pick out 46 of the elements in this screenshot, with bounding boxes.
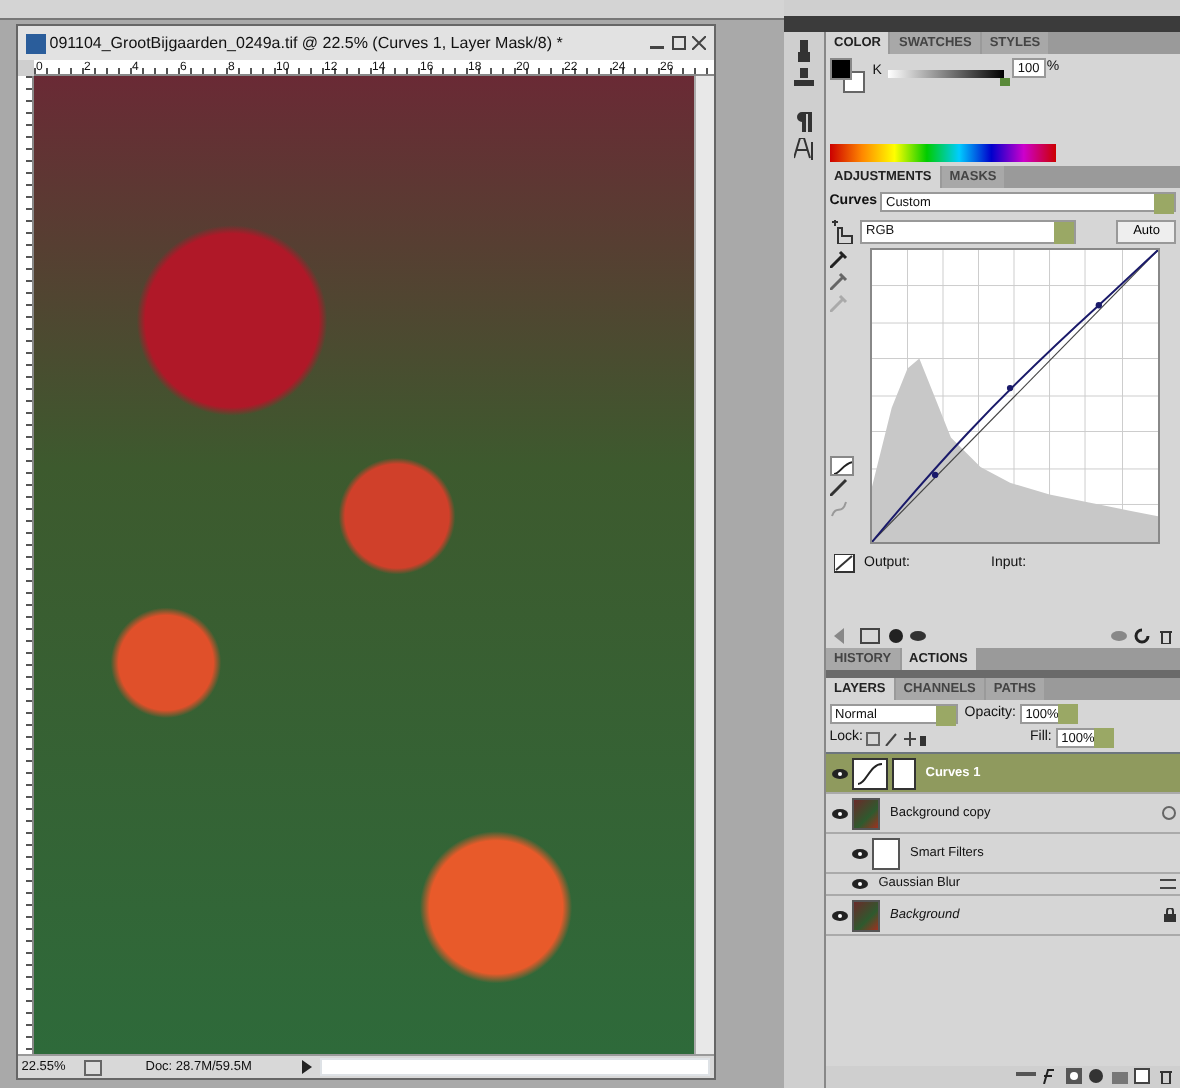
stamp-icon[interactable] <box>794 68 814 90</box>
character-icon[interactable] <box>794 138 814 160</box>
curves-graph[interactable] <box>869 247 1159 543</box>
color-swatches[interactable] <box>829 57 866 94</box>
eyedropper-icon[interactable] <box>829 250 848 269</box>
eye-icon[interactable] <box>832 909 848 922</box>
trash-icon[interactable] <box>1157 1068 1173 1085</box>
eye-icon[interactable] <box>832 767 848 780</box>
mask-icon[interactable] <box>1065 1068 1081 1085</box>
eye-icon[interactable] <box>832 807 848 820</box>
reset-icon[interactable] <box>1134 628 1150 645</box>
filter-mask-thumbnail <box>871 837 900 870</box>
lock-options-icons[interactable] <box>866 731 927 746</box>
clipping-icon[interactable] <box>833 553 857 576</box>
eye-icon[interactable] <box>852 878 868 891</box>
color-spectrum[interactable] <box>829 144 1056 163</box>
circle-icon[interactable] <box>887 628 903 645</box>
slider-thumb[interactable] <box>1000 77 1011 86</box>
lock-icon <box>1164 908 1177 923</box>
eye-icon[interactable] <box>910 628 926 645</box>
maximize-icon[interactable] <box>671 36 685 50</box>
filter-options-icon[interactable] <box>1160 878 1177 891</box>
fill-slider-button[interactable] <box>1094 728 1115 749</box>
fx-icon[interactable] <box>1042 1068 1058 1085</box>
smart-filter-icon[interactable] <box>1162 806 1177 821</box>
trash-icon[interactable] <box>1157 628 1173 645</box>
curves-thumbnail <box>851 757 888 790</box>
folder-icon[interactable] <box>1111 1068 1127 1085</box>
eye-icon[interactable] <box>852 847 868 860</box>
layer-thumbnail <box>851 797 880 830</box>
new-layer-icon[interactable] <box>1134 1068 1150 1085</box>
layer-thumbnail <box>851 899 880 932</box>
vertical-scrollbar[interactable] <box>694 76 714 1054</box>
curve-tool-icon[interactable] <box>829 455 854 475</box>
status-icon[interactable] <box>84 1059 103 1075</box>
opacity-slider-button[interactable] <box>1058 704 1079 724</box>
close-icon[interactable] <box>692 36 706 50</box>
pencil-icon[interactable] <box>829 478 848 497</box>
mask-thumbnail <box>891 757 915 790</box>
document-title: 091104_GrootBijgaarden_0249a.tif @ 22.5% (Curves 1, Layer Mask/8) * <box>49 31 563 55</box>
link-icon[interactable] <box>1015 1068 1035 1081</box>
hand-adjust-icon[interactable] <box>829 219 854 244</box>
menu-arrow-icon[interactable] <box>302 1060 313 1074</box>
paragraph-icon[interactable] <box>796 111 812 131</box>
layer-view-icon[interactable] <box>860 628 880 645</box>
horizontal-scrollbar[interactable] <box>319 1058 711 1076</box>
